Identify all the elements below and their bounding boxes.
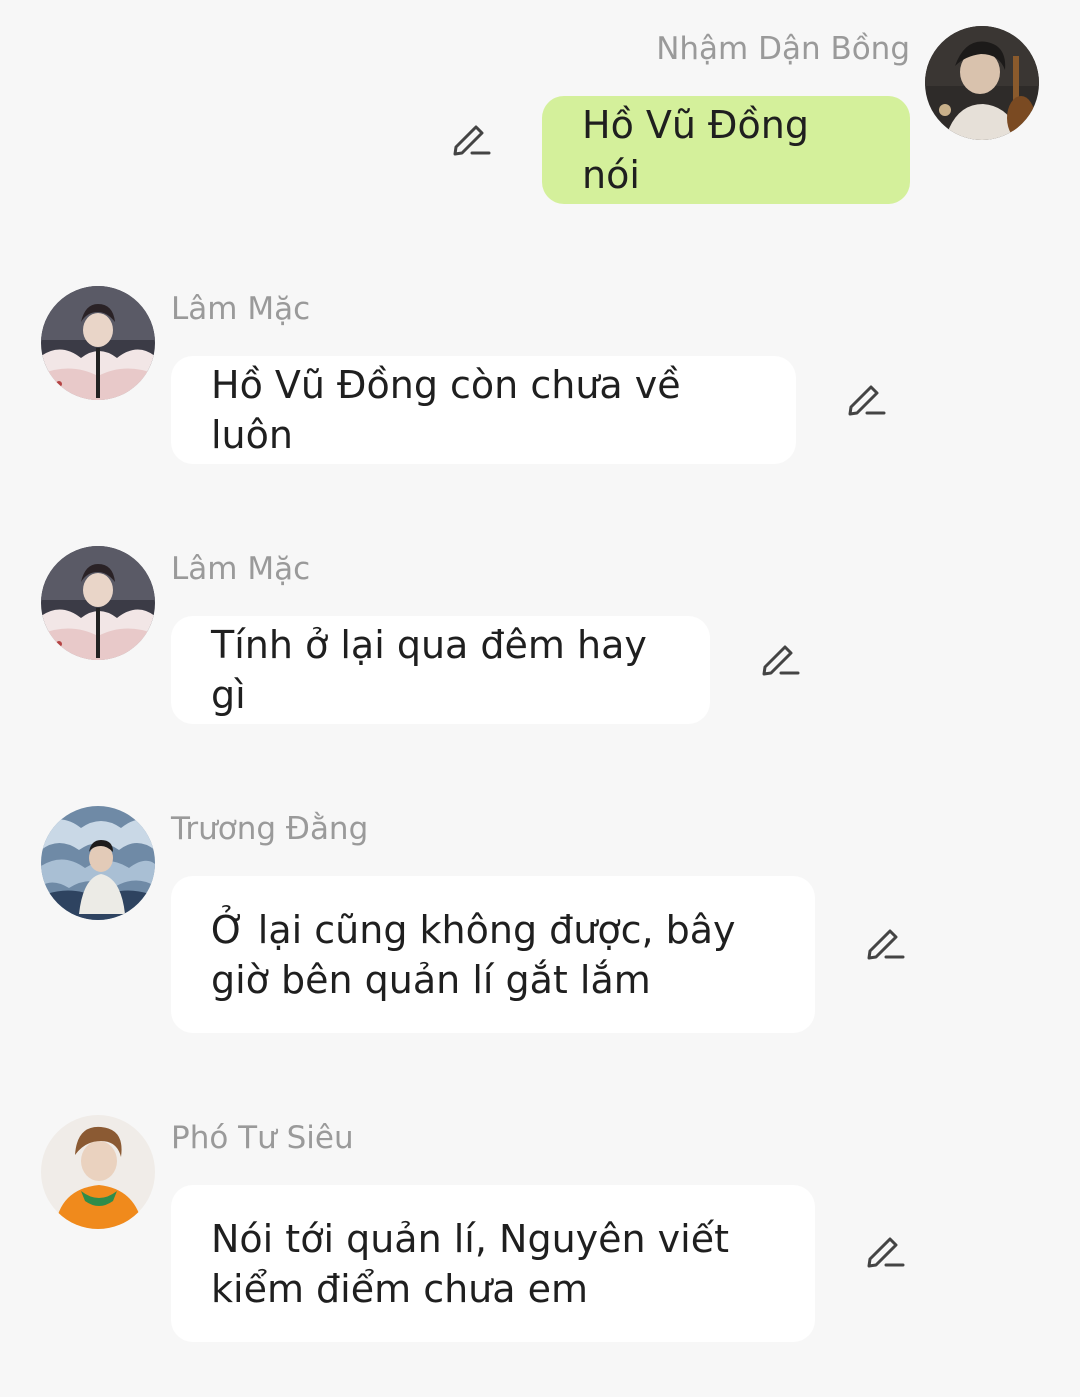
message-bubble[interactable]: Ở lại cũng không được, bây giờ bên quản … (171, 876, 815, 1033)
avatar-waves-icon (41, 806, 155, 920)
message-bubble[interactable]: Nói tới quản lí, Nguyên viết kiểm điểm c… (171, 1185, 815, 1342)
avatar[interactable] (41, 286, 155, 400)
pencil-edit-icon (848, 385, 886, 416)
avatar[interactable] (925, 26, 1039, 140)
message-text: Hồ Vũ Đồng còn chưa về luôn (211, 363, 681, 457)
avatar[interactable] (41, 1115, 155, 1229)
edit-button[interactable] (864, 921, 906, 963)
avatar[interactable] (41, 546, 155, 660)
message-text: Tính ở lại qua đêm hay gì (211, 623, 647, 717)
message-text: Ở lại cũng không được, bây giờ bên quản … (211, 907, 736, 1002)
sender-name: Trương Đằng (171, 811, 369, 847)
avatar-singer-icon (41, 546, 155, 660)
avatar-orange-sweater-icon (41, 1115, 155, 1229)
edit-button[interactable] (845, 377, 887, 419)
sender-name: Nhậm Dận Bồng (656, 31, 910, 67)
sender-name: Lâm Mặc (171, 291, 311, 327)
sender-name: Lâm Mặc (171, 551, 311, 587)
avatar[interactable] (41, 806, 155, 920)
avatar-cellist-icon (925, 26, 1039, 140)
pencil-edit-icon (762, 645, 800, 676)
edit-button[interactable] (864, 1229, 906, 1271)
edit-button[interactable] (450, 117, 492, 159)
message-bubble[interactable]: Hồ Vũ Đồng còn chưa về luôn (171, 356, 796, 464)
sender-name: Phó Tư Siêu (171, 1120, 354, 1156)
message-text: Hồ Vũ Đồng nói (582, 103, 809, 197)
message-text: Nói tới quản lí, Nguyên viết kiểm điểm c… (211, 1216, 730, 1311)
message-bubble[interactable]: Hồ Vũ Đồng nói (542, 96, 910, 204)
avatar-singer-icon (41, 286, 155, 400)
edit-button[interactable] (759, 637, 801, 679)
pencil-edit-icon (453, 125, 491, 156)
message-bubble[interactable]: Tính ở lại qua đêm hay gì (171, 616, 710, 724)
pencil-edit-icon (867, 1237, 905, 1268)
pencil-edit-icon (867, 929, 905, 960)
